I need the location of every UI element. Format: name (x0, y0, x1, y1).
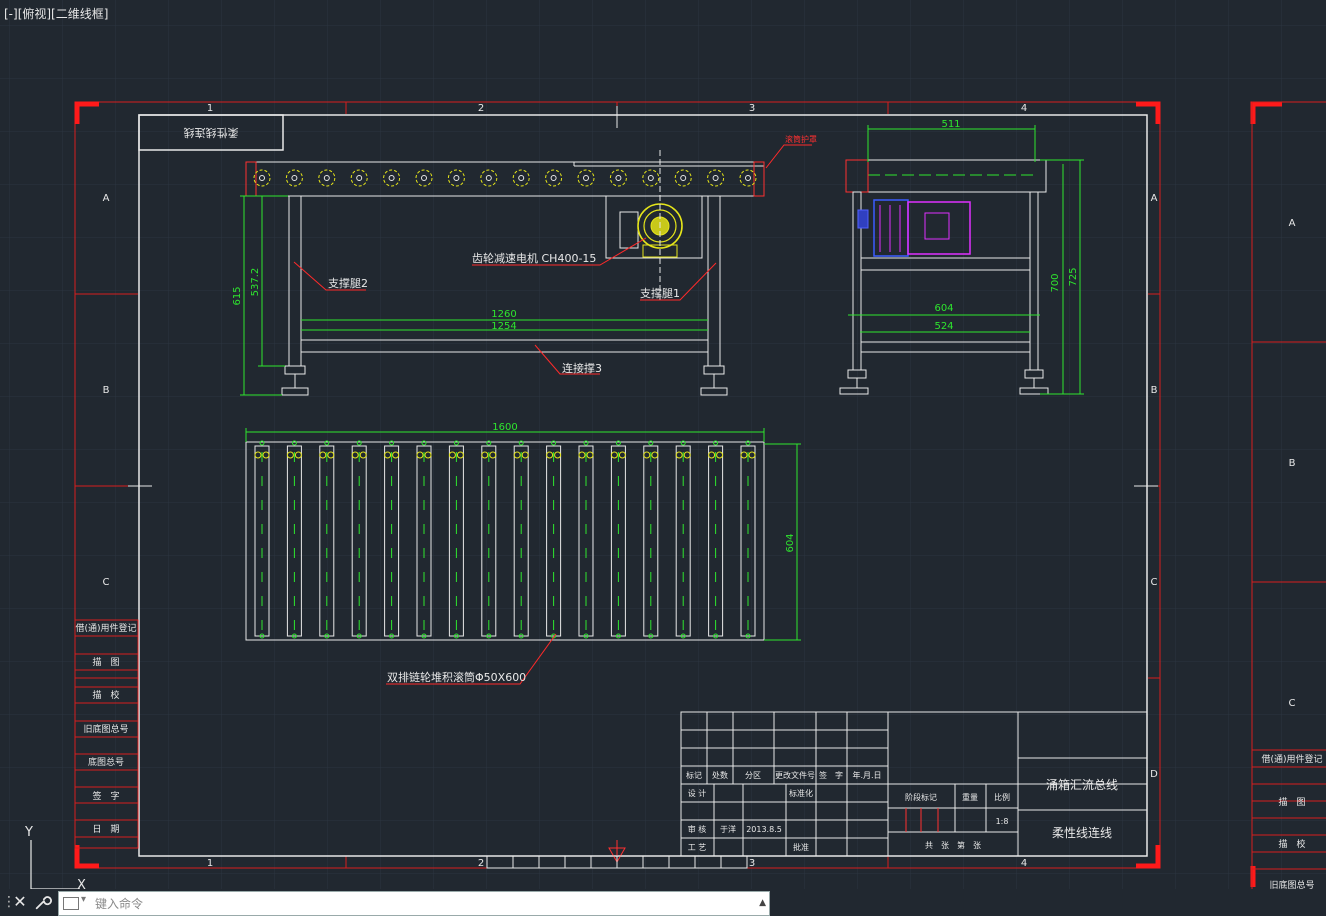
label-leg1: 支撑腿1 (640, 286, 680, 300)
col-label-2-bottom: 2 (478, 858, 484, 869)
tb-header-count: 处数 (712, 770, 728, 780)
tb-scale-value: 1:8 (996, 817, 1009, 826)
chevron-down-icon[interactable]: ▾ (81, 894, 86, 905)
left-strip-2: 描 校 (92, 689, 119, 701)
sheet2-row-b: B (1289, 458, 1296, 469)
tb-stage-mark: 阶段标记 (905, 792, 937, 802)
tb-review: 审 核 (688, 824, 707, 834)
command-input[interactable] (93, 894, 757, 914)
tb-header-sign: 签 字 (819, 770, 843, 780)
close-icon[interactable]: ✕ (12, 893, 28, 911)
dim-524: 524 (934, 321, 953, 332)
drawing-canvas[interactable]: 1 2 3 4 1 2 3 4 A B C A B C D A B C 柔性线连… (0, 0, 1326, 889)
label-brace: 连接撑3 (562, 361, 602, 375)
col-label-4-bottom: 4 (1021, 858, 1027, 869)
left-strip-1: 描 图 (92, 656, 119, 668)
label-roller-cover: 滚筒护罩 (785, 134, 817, 144)
tb-reviewer: 于洋 (720, 824, 736, 834)
right-strip-0: 借(通)用件登记 (1261, 753, 1322, 765)
tb-drawing-name: 柔性线连线 (1052, 825, 1112, 840)
label-roller: 双排链轮堆积滚筒Φ50X600 (387, 670, 526, 684)
sheet2-row-c: C (1289, 698, 1296, 709)
row-label-b-right: B (1151, 385, 1158, 396)
tb-date: 2013.8.5 (746, 825, 782, 834)
tb-standard: 标准化 (789, 788, 813, 798)
dim-604-plan: 604 (785, 533, 796, 552)
dim-1600: 1600 (492, 422, 517, 433)
dim-1260: 1260 (491, 309, 516, 320)
viewport-label[interactable]: [-][俯视][二维线框] (4, 5, 108, 22)
ucs-x-label: X (77, 878, 86, 889)
title-box-text: 柔性线连线 (184, 126, 239, 140)
tb-design: 设 计 (688, 788, 707, 798)
tb-approve: 批准 (793, 842, 809, 852)
tb-weight: 重量 (962, 792, 978, 802)
ucs-y-label: Y (24, 825, 33, 840)
tb-header-zone: 分区 (745, 771, 761, 780)
scroll-arrow-icon[interactable]: ▲ (759, 898, 766, 908)
dim-604-side: 604 (934, 303, 953, 314)
dim-511: 511 (941, 119, 960, 130)
dim-725: 725 (1068, 267, 1079, 286)
right-strip-2: 描 校 (1278, 838, 1305, 850)
row-label-a-right: A (1151, 193, 1158, 204)
col-label-2: 2 (478, 103, 484, 114)
left-strip-0: 借(通)用件登记 (75, 622, 136, 634)
tb-project: 涌箱汇流总线 (1046, 777, 1118, 792)
tb-sheets: 共 张 第 张 (925, 840, 981, 850)
label-leg2: 支撑腿2 (328, 276, 368, 290)
col-label-3-bottom: 3 (749, 858, 755, 869)
dim-700: 700 (1050, 273, 1061, 292)
row-label-c: C (103, 577, 110, 588)
tb-scale-label: 比例 (994, 792, 1010, 802)
row-label-c-right: C (1151, 577, 1158, 588)
command-input-box: ▾ ▲ (58, 891, 770, 916)
tb-header-doc: 更改文件号 (775, 770, 815, 780)
grip-handle[interactable]: ⋮ (2, 893, 16, 911)
command-bar: ⋮ ✕ ▾ ▲ (0, 889, 1326, 916)
row-label-a: A (103, 193, 110, 204)
row-label-b: B (103, 385, 110, 396)
sheet2-row-a: A (1289, 218, 1296, 229)
left-strip-6: 日 期 (92, 824, 119, 835)
prompt-icon[interactable] (63, 897, 79, 910)
dim-615: 615 (232, 286, 243, 305)
left-strip-4: 底图总号 (88, 756, 124, 768)
dim-1254: 1254 (491, 321, 516, 332)
tb-header-mark: 标记 (686, 770, 702, 780)
right-strip-1: 描 图 (1278, 796, 1305, 808)
wrench-icon[interactable] (34, 892, 52, 912)
col-label-1: 1 (207, 103, 213, 114)
col-label-4: 4 (1021, 103, 1027, 114)
left-strip-5: 签 字 (92, 790, 119, 802)
dim-537: 537.2 (250, 268, 261, 297)
left-strip-3: 旧底图总号 (83, 723, 128, 735)
tb-header-date: 年.月.日 (852, 770, 881, 780)
col-label-3: 3 (749, 103, 755, 114)
right-strip-3: 旧底图总号 (1269, 879, 1314, 889)
col-label-1-bottom: 1 (207, 858, 213, 869)
row-label-d-right: D (1150, 769, 1158, 780)
tb-process: 工 艺 (688, 843, 707, 852)
label-motor: 齿轮减速电机 CH400-15 (472, 251, 596, 265)
